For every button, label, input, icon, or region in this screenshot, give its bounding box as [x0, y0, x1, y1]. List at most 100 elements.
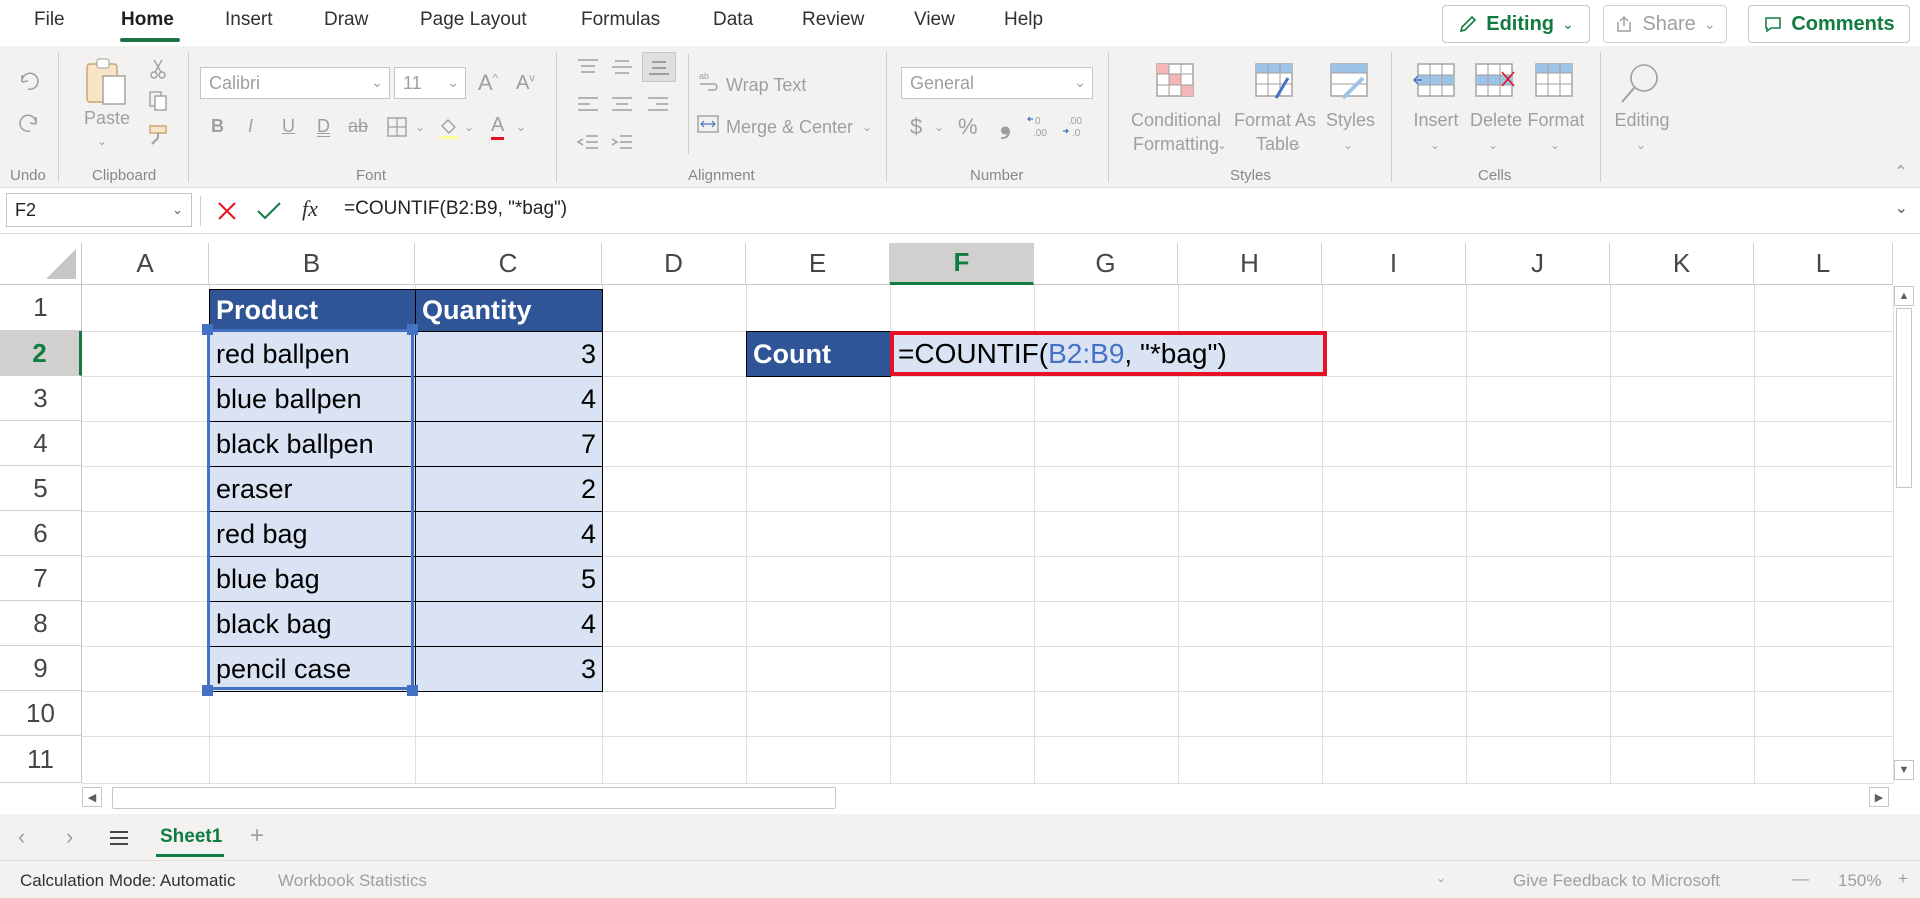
align-left-icon[interactable] [576, 96, 600, 114]
product-cell[interactable]: red bag [209, 511, 416, 557]
increase-font-size-button[interactable]: A^ [478, 70, 498, 96]
comma-style-button[interactable]: ❟ [1000, 108, 1011, 141]
column-header-b[interactable]: B [209, 243, 415, 285]
column-header-c[interactable]: C [415, 243, 602, 285]
italic-button[interactable]: I [248, 116, 253, 137]
active-cell-editor[interactable]: =COUNTIF(B2:B9, "*bag") [890, 331, 1327, 376]
delete-cells-label[interactable]: Delete [1466, 110, 1526, 131]
quantity-cell[interactable]: 4 [415, 376, 603, 422]
count-label-cell[interactable]: Count [746, 331, 891, 377]
format-cells-icon[interactable] [1532, 62, 1578, 100]
tab-review[interactable]: Review [802, 9, 864, 31]
paste-icon[interactable] [83, 56, 129, 108]
row-header-8[interactable]: 8 [0, 601, 82, 646]
undo-icon[interactable] [16, 70, 42, 92]
copy-icon[interactable] [148, 90, 168, 112]
quantity-cell[interactable]: 4 [415, 511, 603, 557]
chevron-down-icon[interactable]: ⌄ [1217, 138, 1227, 152]
tab-formulas[interactable]: Formulas [581, 9, 660, 31]
give-feedback-link[interactable]: Give Feedback to Microsoft [1513, 871, 1720, 891]
quantity-cell[interactable]: 4 [415, 601, 603, 647]
scroll-right-icon[interactable]: ▶ [1869, 787, 1889, 807]
cell-styles-icon[interactable] [1329, 62, 1369, 100]
product-cell[interactable]: eraser [209, 466, 416, 512]
product-cell[interactable]: pencil case [209, 646, 416, 692]
vertical-scrollbar[interactable]: ▲ ▼ [1893, 286, 1915, 783]
range-resize-handle[interactable] [202, 685, 213, 696]
tab-insert[interactable]: Insert [225, 9, 273, 31]
tab-page-layout[interactable]: Page Layout [420, 9, 527, 31]
quantity-cell[interactable]: 5 [415, 556, 603, 602]
font-color-button[interactable]: A [491, 114, 505, 140]
horizontal-scroll-thumb[interactable] [112, 787, 836, 809]
column-header-d[interactable]: D [602, 243, 746, 285]
comments-button[interactable]: Comments [1748, 5, 1910, 43]
row-header-10[interactable]: 10 [0, 691, 82, 736]
sheet-tab-sheet1[interactable]: Sheet1 [150, 814, 226, 860]
format-as-table-icon[interactable] [1254, 62, 1294, 100]
enter-check-icon[interactable] [256, 200, 282, 222]
redo-icon[interactable] [16, 112, 42, 134]
row-header-3[interactable]: 3 [0, 376, 82, 421]
chevron-down-icon[interactable]: ⌄ [1292, 138, 1302, 152]
column-header-f[interactable]: F [890, 243, 1034, 285]
insert-cells-icon[interactable] [1412, 62, 1458, 100]
collapse-ribbon-icon[interactable]: ⌃ [1894, 162, 1907, 182]
name-box[interactable]: F2 ⌄ [6, 193, 192, 227]
align-right-icon[interactable] [646, 96, 670, 114]
chevron-down-icon[interactable]: ⌄ [1488, 138, 1498, 152]
tab-help[interactable]: Help [1004, 9, 1043, 31]
decrease-indent-icon[interactable] [576, 134, 600, 152]
formula-input[interactable]: =COUNTIF(B2:B9, "*bag") [344, 198, 567, 220]
workbook-statistics-button[interactable]: Workbook Statistics [278, 871, 427, 891]
quantity-cell[interactable]: 2 [415, 466, 603, 512]
chevron-down-icon[interactable]: ⌄ [1343, 138, 1353, 152]
decrease-decimal-icon[interactable]: .00.0 [1062, 114, 1090, 138]
fill-color-icon[interactable] [437, 116, 461, 140]
product-cell[interactable]: black ballpen [209, 421, 416, 467]
font-name-combo[interactable]: Calibri ⌄ [200, 67, 390, 99]
align-center-icon[interactable] [610, 96, 634, 114]
column-header-a[interactable]: A [82, 243, 209, 285]
chevron-down-icon[interactable]: ⌄ [516, 120, 526, 134]
table-header-quantity[interactable]: Quantity [415, 289, 603, 332]
scroll-left-icon[interactable]: ◀ [82, 787, 102, 807]
chevron-down-icon[interactable]: ⌄ [1436, 871, 1446, 885]
delete-cells-icon[interactable] [1472, 62, 1518, 100]
add-sheet-button[interactable]: + [250, 822, 264, 850]
wrap-text-label[interactable]: Wrap Text [726, 75, 806, 96]
merge-center-label[interactable]: Merge & Center [726, 117, 853, 138]
editing-mode-button[interactable]: Editing ⌄ [1442, 5, 1590, 43]
product-cell[interactable]: blue ballpen [209, 376, 416, 422]
merge-center-icon[interactable] [696, 114, 720, 134]
conditional-formatting-label[interactable]: Conditional [1125, 110, 1227, 131]
increase-indent-icon[interactable] [610, 134, 634, 152]
column-header-i[interactable]: I [1322, 243, 1466, 285]
font-size-combo[interactable]: 11 ⌄ [394, 67, 466, 99]
align-middle-icon[interactable] [610, 58, 634, 76]
styles-label[interactable]: Styles [1326, 110, 1375, 131]
chevron-down-icon[interactable]: ⌄ [934, 120, 944, 134]
column-header-g[interactable]: G [1034, 243, 1178, 285]
chevron-down-icon[interactable]: ⌄ [464, 120, 474, 134]
horizontal-scrollbar[interactable]: ◀ ▶ [82, 783, 1893, 811]
select-all-corner[interactable] [0, 243, 82, 285]
range-resize-handle[interactable] [202, 324, 213, 335]
range-resize-handle[interactable] [407, 685, 418, 696]
next-sheet-icon[interactable]: › [66, 824, 73, 850]
row-header-5[interactable]: 5 [0, 466, 82, 511]
zoom-in-button[interactable]: + [1898, 869, 1908, 889]
bold-button[interactable]: B [211, 116, 224, 137]
calculation-mode-status[interactable]: Calculation Mode: Automatic [20, 871, 235, 891]
quantity-cell[interactable]: 3 [415, 331, 603, 377]
row-header-6[interactable]: 6 [0, 511, 82, 556]
column-header-k[interactable]: K [1610, 243, 1754, 285]
tab-home[interactable]: Home [121, 9, 174, 31]
scroll-down-icon[interactable]: ▼ [1894, 760, 1914, 780]
editing-group-button[interactable]: Editing [1610, 110, 1674, 131]
insert-cells-label[interactable]: Insert [1408, 110, 1464, 131]
search-icon[interactable] [1618, 60, 1664, 106]
currency-button[interactable]: $ [910, 114, 922, 140]
column-header-h[interactable]: H [1178, 243, 1322, 285]
tab-draw[interactable]: Draw [324, 9, 368, 31]
